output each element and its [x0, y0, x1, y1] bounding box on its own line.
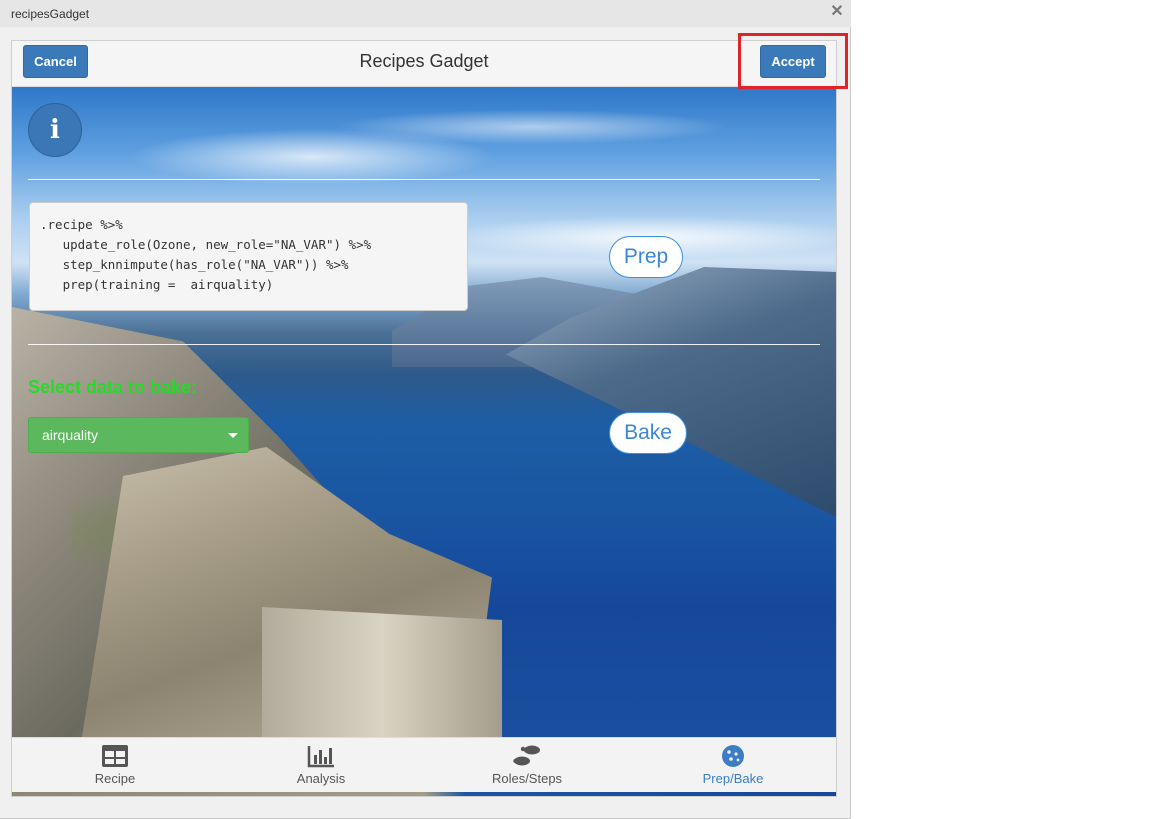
close-icon[interactable]: ✕	[829, 4, 845, 20]
background-bottom-strip	[12, 792, 836, 796]
background-cliff-face	[262, 607, 502, 737]
bottom-tab-bar: Recipe Analysis Roles/Steps Prep/Bake	[12, 737, 836, 792]
table-icon	[102, 745, 128, 767]
prep-bake-content: i .recipe %>% update_role(Ozone, new_rol…	[12, 87, 836, 737]
tab-label: Analysis	[296, 771, 346, 786]
bake-select-label: Select data to bake:	[28, 377, 198, 397]
gadget-window: recipesGadget ✕ Cancel Recipes Gadget Ac…	[0, 0, 851, 819]
bake-data-select[interactable]: airquality	[28, 417, 249, 453]
prep-button[interactable]: Prep	[609, 236, 683, 278]
code-line: prep(training = airquality)	[40, 277, 274, 292]
code-line: update_role(Ozone, new_role="NA_VAR") %>…	[40, 237, 372, 252]
gadget-header: Cancel Recipes Gadget Accept	[12, 41, 836, 87]
bar-chart-icon	[307, 746, 334, 768]
tab-roles-steps[interactable]: Roles/Steps	[424, 738, 630, 793]
divider	[28, 344, 820, 345]
gadget-panel: Cancel Recipes Gadget Accept i .recipe %…	[11, 40, 837, 797]
bake-button[interactable]: Bake	[609, 412, 687, 454]
tab-recipe[interactable]: Recipe	[12, 738, 218, 793]
tab-label: Roles/Steps	[491, 771, 563, 786]
info-icon[interactable]: i	[28, 103, 82, 157]
tab-label: Prep/Bake	[702, 771, 764, 786]
window-title: recipesGadget	[11, 7, 90, 21]
tab-label: Recipe	[94, 771, 136, 786]
code-line: step_knnimpute(has_role("NA_VAR")) %>%	[40, 257, 349, 272]
code-line: .recipe %>%	[40, 217, 123, 232]
footsteps-icon	[513, 745, 540, 766]
accept-button[interactable]: Accept	[760, 45, 826, 78]
page-title: Recipes Gadget	[359, 51, 489, 71]
window-titlebar: recipesGadget ✕	[0, 0, 851, 27]
tab-prep-bake[interactable]: Prep/Bake	[630, 738, 836, 793]
divider	[28, 179, 820, 180]
recipe-code-box: .recipe %>% update_role(Ozone, new_role=…	[29, 202, 468, 311]
caret-down-icon	[228, 433, 238, 438]
tab-analysis[interactable]: Analysis	[218, 738, 424, 793]
bake-select-value: airquality	[42, 427, 99, 443]
cookie-icon	[722, 745, 744, 767]
